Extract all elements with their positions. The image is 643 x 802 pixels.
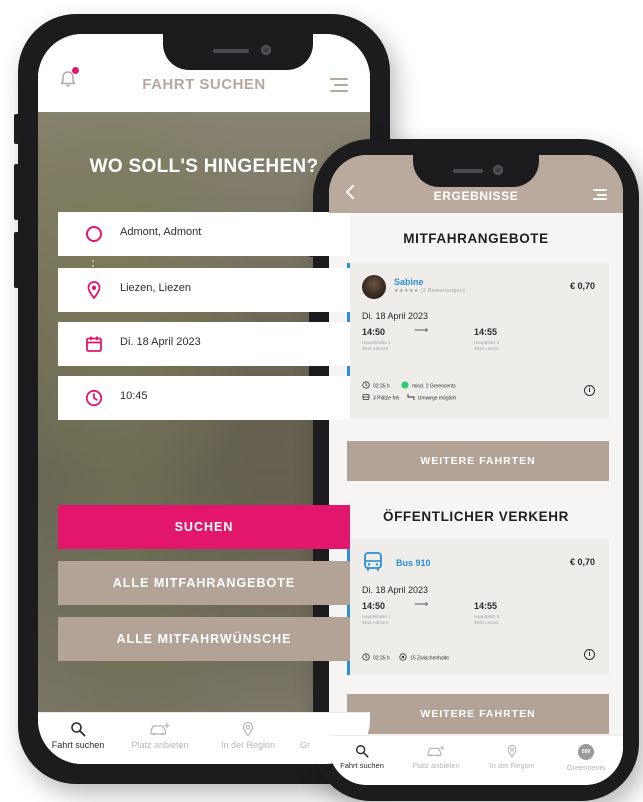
- page-title: FAHRT SUCHEN: [142, 76, 266, 93]
- bus-arrive-address: Hauptplatz 3 8940 Liezen: [474, 614, 500, 625]
- rideshare-result-card[interactable]: Sabine ★★★★★ (2 Bewertungen) € 0,70 Di. …: [347, 263, 609, 419]
- ride-info-row-2: 3 Plätze frei Umwege möglich: [362, 393, 456, 403]
- tab-in-der-region[interactable]: In der Region: [479, 744, 545, 770]
- tab-label: In der Region: [489, 761, 535, 770]
- tab-fahrt-suchen[interactable]: Fahrt suchen: [38, 721, 118, 750]
- destination-pin-icon: [84, 280, 104, 300]
- clock-icon: [362, 653, 370, 663]
- tab-label: In der Region: [220, 740, 276, 750]
- bus-stops: 15 Zwischenhalte: [410, 655, 449, 662]
- clock-icon: [362, 381, 370, 391]
- tab-label: Fahrt suchen: [51, 740, 105, 750]
- calendar-icon: [84, 334, 104, 354]
- tab-label: Fahrt suchen: [340, 761, 384, 770]
- bus-date: Di. 18 April 2023: [362, 585, 429, 595]
- phone-results: ERGEBNISSE MITFAHRANGEBOTE Sabine ★★★★★ …: [309, 139, 639, 801]
- from-value: Admont, Admont: [120, 226, 202, 238]
- ride-duration: 02:25 h: [373, 383, 390, 390]
- tab-label: Platz anbieten: [131, 740, 189, 750]
- bus-info-row: 02:25 h 15 Zwischenhalte: [362, 653, 449, 663]
- more-rides-button[interactable]: WEITERE FAHRTEN: [347, 694, 609, 734]
- clock-icon: [84, 388, 104, 408]
- menu-icon[interactable]: [330, 78, 348, 92]
- bus-price: € 0,70: [569, 557, 595, 567]
- ride-date: Di. 18 April 2023: [362, 311, 429, 321]
- arrive-time: 14:55: [474, 327, 498, 337]
- location-pin-icon: [507, 744, 517, 758]
- depart-address: Hauptstraße 1 8911 Admont: [362, 340, 391, 351]
- arrow-right-icon: ⟶: [414, 599, 429, 610]
- depart-time: 14:50: [362, 327, 386, 337]
- origin-circle-icon: [84, 224, 104, 244]
- driver-rating: ★★★★★ (2 Bewertungen): [394, 288, 466, 294]
- ride-info-row-1: 02:25 h mind. 2 Greencents: [362, 381, 456, 391]
- search-icon: [356, 745, 369, 758]
- stops-icon: [399, 653, 407, 663]
- volume-up-button: [14, 164, 19, 220]
- volume-down-button: [14, 232, 19, 288]
- bus-icon: [362, 551, 384, 578]
- info-icon[interactable]: i: [584, 649, 595, 660]
- date-value: Di. 18 April 2023: [120, 336, 201, 348]
- to-value: Liezen, Liezen: [120, 282, 191, 294]
- bus-depart-address: Hauptstraße 1 8911 Admont: [362, 614, 391, 625]
- all-offers-button[interactable]: ALLE MITFAHRANGEBOTE: [58, 561, 350, 605]
- tab-in-der-region[interactable]: In der Region: [208, 721, 288, 750]
- time-field[interactable]: 10:45: [58, 376, 350, 420]
- search-screen: FAHRT SUCHEN WO SOLL'S HINGEHEN? Admont,…: [38, 34, 370, 764]
- seats-available: 3 Plätze frei: [373, 395, 400, 402]
- greencents-icon: 599: [578, 744, 594, 760]
- search-icon: [71, 722, 86, 737]
- driver-avatar: [362, 275, 386, 299]
- results-body: MITFAHRANGEBOTE Sabine ★★★★★ (2 Bewertun…: [329, 213, 623, 735]
- tab-label: Platz anbieten: [412, 761, 460, 770]
- from-field[interactable]: Admont, Admont: [58, 212, 350, 256]
- detour-info: Umwege möglich: [417, 395, 457, 402]
- car-plus-icon: [150, 723, 170, 736]
- tab-fahrt-suchen[interactable]: Fahrt suchen: [329, 744, 395, 770]
- page-title: ERGEBNISSE: [433, 189, 519, 203]
- seat-icon: [362, 393, 370, 403]
- phone-notch: [413, 155, 539, 187]
- info-icon[interactable]: i: [584, 385, 595, 396]
- location-pin-icon: [242, 721, 254, 737]
- to-field[interactable]: Liezen, Liezen: [58, 268, 350, 312]
- greencents-dot-icon: [401, 381, 409, 391]
- car-plus-icon: [427, 745, 445, 757]
- phone-notch: [163, 34, 313, 70]
- bus-result-card[interactable]: Bus 910 € 0,70 Di. 18 April 2023 14:50 ⟶…: [347, 539, 609, 675]
- bus-line[interactable]: Bus 910: [396, 558, 431, 568]
- public-transport-section-title: ÖFFENTLICHER VERKEHR: [382, 509, 569, 524]
- arrow-right-icon: ⟶: [414, 325, 429, 336]
- search-heading: WO SOLL'S HINGEHEN?: [89, 156, 319, 177]
- all-requests-button[interactable]: ALLE MITFAHRWÜNSCHE: [58, 617, 350, 661]
- notification-dot: [72, 67, 79, 74]
- detour-icon: [407, 393, 415, 403]
- bottom-tab-bar: Fahrt suchen Platz anbieten In der Regio…: [329, 735, 623, 785]
- more-rides-button[interactable]: WEITERE FAHRTEN: [347, 441, 609, 481]
- bus-duration: 02:25 h: [373, 655, 390, 662]
- mute-switch: [14, 114, 19, 144]
- bus-depart-time: 14:50: [362, 601, 386, 611]
- bus-arrive-time: 14:55: [474, 601, 498, 611]
- bottom-tab-bar: Fahrt suchen Platz anbieten In der Regio…: [38, 712, 370, 764]
- tab-platz-anbieten[interactable]: Platz anbieten: [120, 721, 200, 750]
- driver-name[interactable]: Sabine: [394, 277, 424, 287]
- ride-price: € 0,70: [569, 281, 595, 291]
- menu-icon[interactable]: [593, 189, 607, 200]
- tab-label: Greencents: [566, 763, 606, 772]
- search-button[interactable]: SUCHEN: [58, 505, 350, 549]
- tab-platz-anbieten[interactable]: Platz anbieten: [403, 744, 469, 770]
- arrive-address: Hauptplatz 3 8940 Liezen: [474, 340, 500, 351]
- greencents-value: mind. 2 Greencents: [412, 383, 456, 390]
- rideshare-section-title: MITFAHRANGEBOTE: [403, 231, 549, 246]
- results-screen: ERGEBNISSE MITFAHRANGEBOTE Sabine ★★★★★ …: [329, 155, 623, 785]
- tab-greencents[interactable]: 599 Greencents: [553, 744, 619, 772]
- time-value: 10:45: [120, 390, 148, 402]
- date-field[interactable]: Di. 18 April 2023: [58, 322, 350, 366]
